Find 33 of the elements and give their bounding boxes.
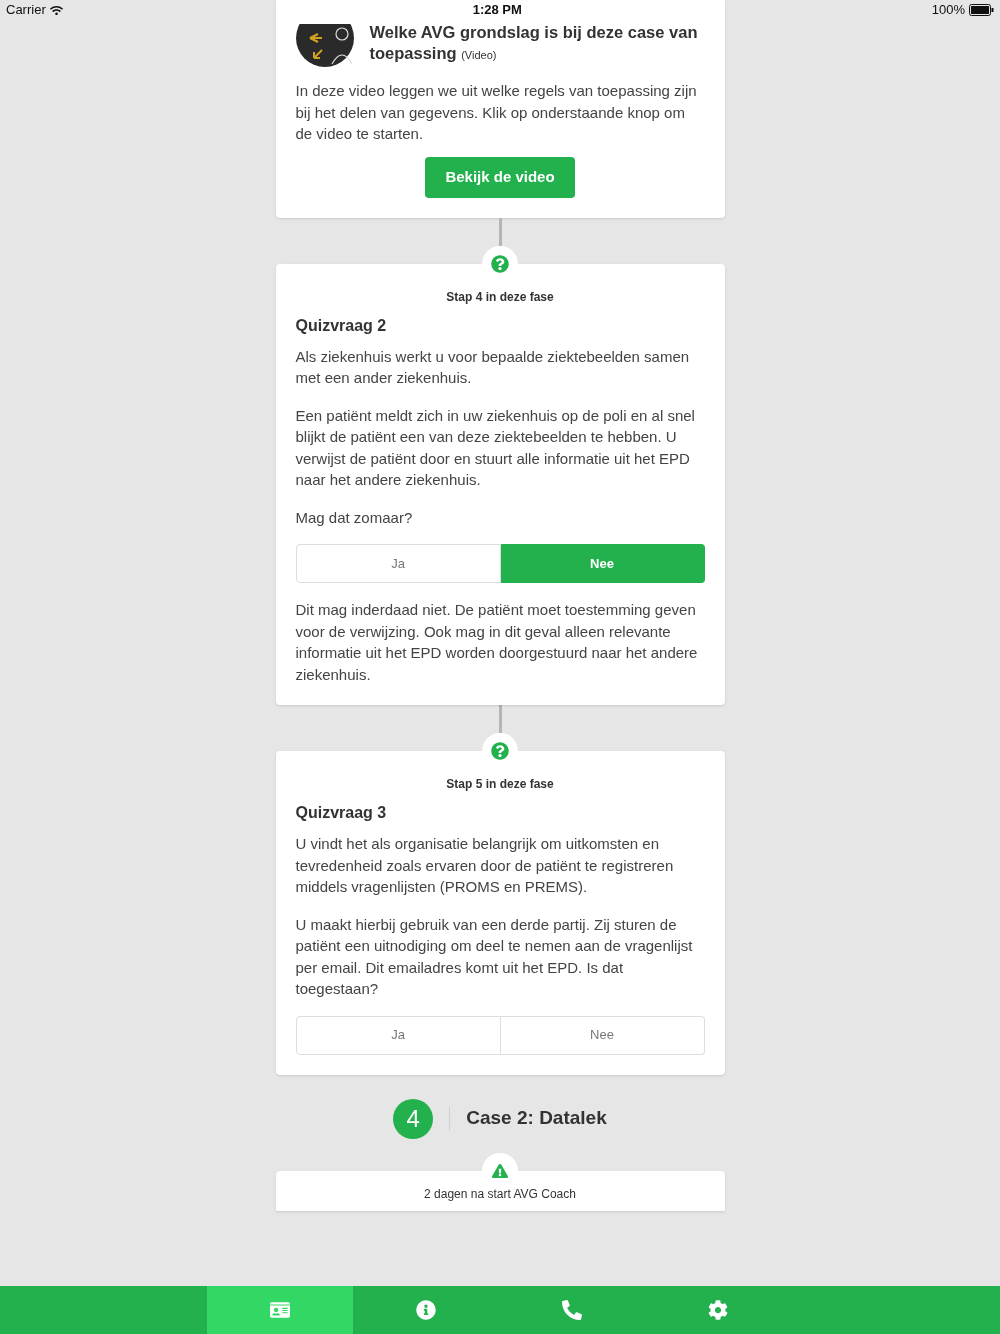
question-icon [491, 254, 509, 273]
clock: 1:28 PM [472, 1, 522, 20]
quiz-title: Quizvraag 3 [295, 803, 388, 823]
question-text: Een patiënt meldt zich in uw ziekenhuis op de poli en al snel blijkt de patiënt een van deze ziektebeelden te hebben. U verwijst de patiënt door en stuurt alle informatie uit het EPD naar het andere ziekenhuis. [295, 405, 696, 490]
video-description: In deze video leggen we uit welke regels van toepassing zijn bij het delen van gegevens. Klik op onderstaande knop om de video te starten. [295, 81, 698, 144]
phase-number: 4 [393, 1098, 434, 1139]
video-title: Welke AVG grondslag is bij deze case van toepassing (Video) [369, 22, 699, 64]
phone-icon [562, 1300, 582, 1320]
battery-icon [969, 4, 994, 16]
answer-button[interactable]: Nee [500, 1015, 705, 1055]
feedback-text: Dit mag inderdaad niet. De patiënt moet toestemming geven voor de verwijzing. Ook mag in dit geval alleen relevante informatie uit het EPD worden doorgestuurd naar het andere ziekenhuis. [295, 600, 699, 685]
info-icon [416, 1300, 436, 1320]
card-icon [270, 1300, 290, 1320]
quiz-title: Quizvraag 2 [295, 315, 388, 336]
tab-bar-item[interactable] [207, 1286, 353, 1334]
question-text: U maakt hierbij gebruik van een derde partij. Zij sturen de patiënt een uitnodiging om deel te nemen aan de vragenlijst per email. Dit emailadres komt uit het EPD. Is dat toegestaan? [295, 914, 694, 999]
step-label: Stap 5 in deze fase [445, 776, 555, 793]
carrier-label: Carrier [6, 1, 46, 20]
watch-video-button[interactable]: Bekijk de video [425, 156, 575, 198]
question-text: U vindt het als organisatie belangrijk om uitkomsten en tevredenheid zoals ervaren door de patiënt te registreren middels vragenlijsten (PROMS en PREMS). [295, 834, 675, 897]
answer-button[interactable]: Ja [295, 1015, 501, 1055]
battery-label: 100% [931, 1, 965, 20]
wifi-icon [49, 3, 63, 17]
step-label: Stap 4 in deze fase [445, 288, 555, 306]
settings-icon [708, 1300, 728, 1320]
question-icon [491, 742, 509, 760]
phase-title: Case 2: Datalek [466, 1106, 607, 1131]
question-text: Als ziekenhuis werkt u voor bepaalde ziektebeelden samen met een ander ziekenhuis. [295, 346, 691, 388]
answer-button[interactable]: Ja [295, 544, 501, 583]
answer-button[interactable]: Nee [500, 544, 705, 583]
question-text: Mag dat zomaar? [295, 507, 414, 528]
warning-icon [492, 1162, 508, 1179]
step-label: 2 dagen na start AVG Coach [423, 1185, 577, 1203]
